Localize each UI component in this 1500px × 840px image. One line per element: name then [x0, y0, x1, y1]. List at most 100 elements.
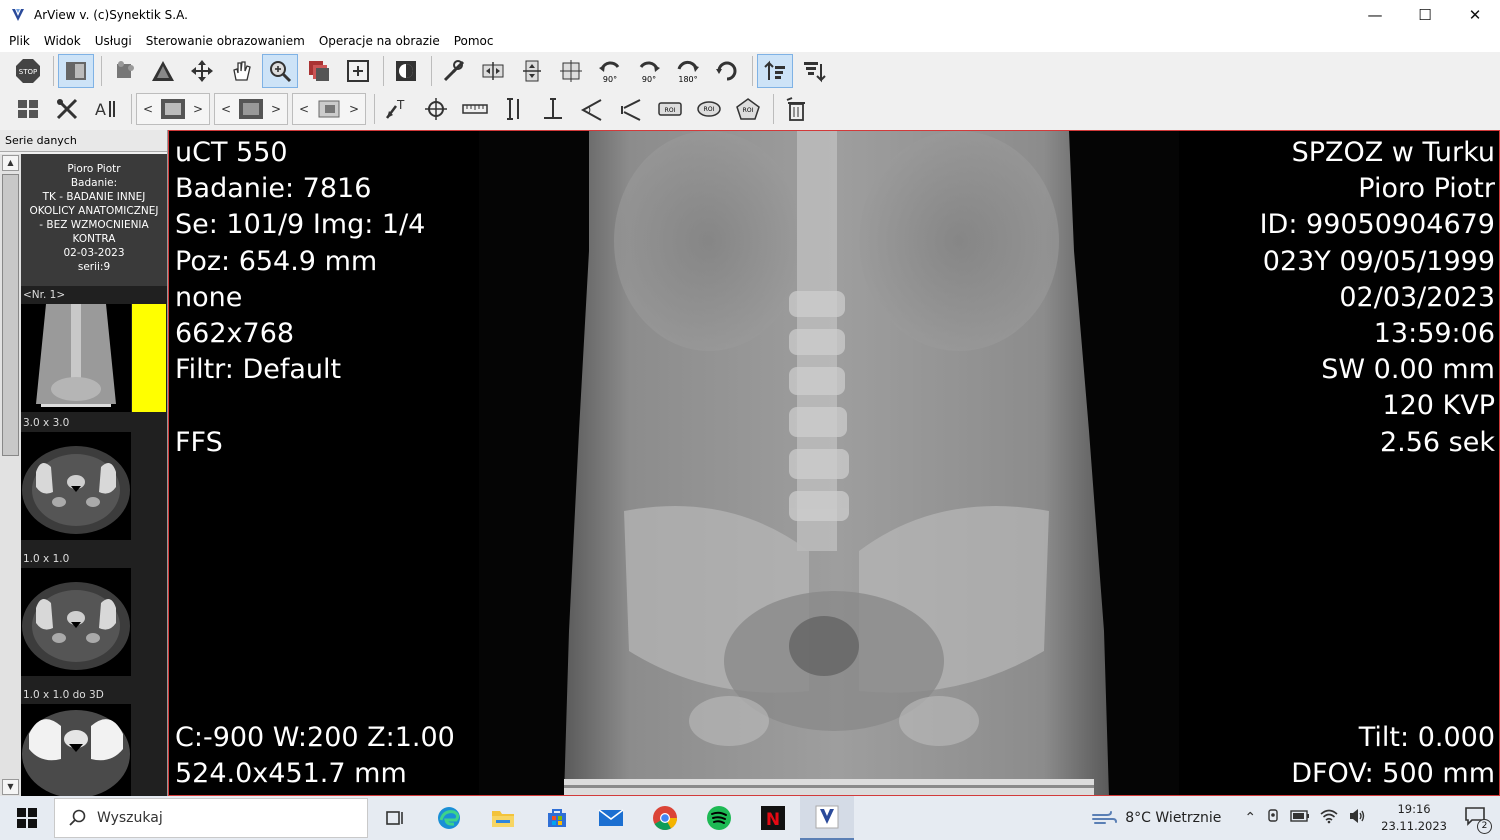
text-align-button[interactable]: A	[88, 92, 124, 126]
close-button[interactable]: ✕	[1450, 0, 1500, 30]
flip-vertical-button[interactable]	[514, 54, 550, 88]
scroll-thumb[interactable]	[2, 174, 19, 456]
roi-rect-icon: ROI	[658, 102, 682, 116]
scroll-up-button[interactable]: ▲	[2, 155, 19, 171]
series-item-1mm[interactable]	[21, 568, 167, 676]
menu-sterowanie[interactable]: Sterowanie obrazowaniem	[139, 34, 312, 48]
chrome-button[interactable]	[638, 796, 692, 840]
series-label: 1.0 x 1.0	[23, 553, 70, 565]
cobb-angle-button[interactable]	[613, 92, 649, 126]
axial-thumbnail[interactable]	[21, 704, 131, 796]
image-viewport[interactable]: uCT 550 Badanie: 7816 Se: 101/9 Img: 1/4…	[168, 130, 1500, 796]
invert-button[interactable]	[388, 54, 424, 88]
scroll-down-button[interactable]: ▼	[2, 779, 19, 795]
menu-operacje[interactable]: Operacje na obrazie	[312, 34, 447, 48]
spotify-icon	[707, 806, 731, 830]
trash-icon	[786, 97, 805, 121]
perpendicular-icon	[544, 98, 562, 119]
series-label: 3.0 x 3.0	[23, 417, 70, 429]
reset-rotate-button[interactable]	[709, 54, 745, 88]
grid-layout-button[interactable]	[10, 92, 46, 126]
add-frame-icon	[347, 60, 369, 82]
series-nav-1: < >	[136, 93, 210, 125]
triangle-window-icon	[152, 61, 174, 81]
next-frame-button[interactable]: >	[347, 102, 361, 116]
ruler-button[interactable]	[457, 92, 493, 126]
search-placeholder: Wyszukaj	[97, 810, 163, 826]
series-label: <Nr. 1>	[23, 289, 66, 301]
maximize-button[interactable]: ☐	[1400, 0, 1450, 30]
toolbar-secondary: A < > < > < > T ROI ROI ROI	[0, 90, 1500, 128]
layout-panel-button[interactable]	[58, 54, 94, 88]
rotate-right-90-button[interactable]: 90°	[631, 54, 667, 88]
flip-horizontal-button[interactable]	[475, 54, 511, 88]
roi-polygon-button[interactable]: ROI	[730, 92, 766, 126]
prev-frame-button[interactable]: <	[297, 102, 311, 116]
taskbar-search[interactable]: Wyszukaj	[54, 798, 368, 838]
volume-icon[interactable]	[1348, 808, 1366, 828]
series-label: 1.0 x 1.0 do 3D	[23, 689, 104, 701]
zoom-button[interactable]	[262, 54, 298, 88]
overlay-field-size: 524.0x451.7 mm	[175, 758, 407, 790]
minimize-button[interactable]: —	[1350, 0, 1400, 30]
next-series-button[interactable]: >	[191, 102, 205, 116]
series-item-scout[interactable]	[21, 304, 167, 412]
rotate-180-button[interactable]: 180°	[670, 54, 706, 88]
axial-thumbnail[interactable]	[21, 432, 131, 540]
rotate-left-90-button[interactable]: 90°	[592, 54, 628, 88]
edge-button[interactable]	[422, 796, 476, 840]
weather-widget[interactable]: 8°C Wietrznie	[1091, 810, 1221, 826]
axial-thumbnail[interactable]	[21, 568, 131, 676]
puzzle-button[interactable]	[106, 54, 142, 88]
tools-button[interactable]	[436, 54, 472, 88]
show-hidden-icons-icon[interactable]: ⌃	[1244, 810, 1256, 826]
vertical-measure-button[interactable]	[496, 92, 532, 126]
patient-info[interactable]: Pioro Piotr Badanie: TK - BADANIE INNEJ …	[21, 154, 167, 286]
battery-icon[interactable]	[1290, 809, 1310, 827]
move-button[interactable]	[184, 54, 220, 88]
perpendicular-button[interactable]	[535, 92, 571, 126]
menu-pomoc[interactable]: Pomoc	[447, 34, 501, 48]
clock[interactable]: 19:16 23.11.2023	[1381, 801, 1447, 835]
sidebar-scrollbar[interactable]: ▲ ▼	[0, 154, 21, 796]
stop-button[interactable]: STOP	[10, 54, 46, 88]
notifications-button[interactable]: 2	[1464, 806, 1492, 834]
task-view-button[interactable]	[368, 796, 422, 840]
angle-button[interactable]	[574, 92, 610, 126]
overlay-blank	[175, 388, 425, 424]
menu-uslugi[interactable]: Usługi	[88, 34, 139, 48]
pan-button[interactable]	[223, 54, 259, 88]
settings-tools-button[interactable]	[49, 92, 85, 126]
window-level-button[interactable]	[145, 54, 181, 88]
text-annotation-button[interactable]: T	[379, 92, 415, 126]
prev-series-button[interactable]: <	[141, 102, 155, 116]
netflix-button[interactable]: N	[746, 796, 800, 840]
task-view-icon	[386, 811, 403, 825]
filter-down-button[interactable]	[796, 54, 832, 88]
wifi-icon[interactable]	[1320, 808, 1338, 828]
edge-browser-icon	[438, 807, 460, 829]
center-button[interactable]	[553, 54, 589, 88]
overlay-series-image: Se: 101/9 Img: 1/4	[175, 209, 426, 241]
start-button[interactable]	[0, 796, 54, 840]
roi-rect-button[interactable]: ROI	[652, 92, 688, 126]
spotify-button[interactable]	[692, 796, 746, 840]
add-frame-button[interactable]	[340, 54, 376, 88]
store-button[interactable]	[530, 796, 584, 840]
meet-now-icon[interactable]	[1266, 808, 1280, 828]
delete-annotations-button[interactable]	[778, 92, 814, 126]
series-item-3d[interactable]	[21, 704, 167, 796]
file-explorer-button[interactable]	[476, 796, 530, 840]
crosshair-button[interactable]	[418, 92, 454, 126]
next-image-button[interactable]: >	[269, 102, 283, 116]
mail-button[interactable]	[584, 796, 638, 840]
menu-widok[interactable]: Widok	[37, 34, 88, 48]
series-item-3mm[interactable]	[21, 432, 167, 540]
menu-plik[interactable]: Plik	[2, 34, 37, 48]
sort-up-button[interactable]	[757, 54, 793, 88]
image-stack-button[interactable]	[301, 54, 337, 88]
arview-task-button[interactable]	[800, 796, 854, 840]
scout-thumbnail[interactable]	[21, 304, 131, 412]
roi-ellipse-button[interactable]: ROI	[691, 92, 727, 126]
prev-image-button[interactable]: <	[219, 102, 233, 116]
